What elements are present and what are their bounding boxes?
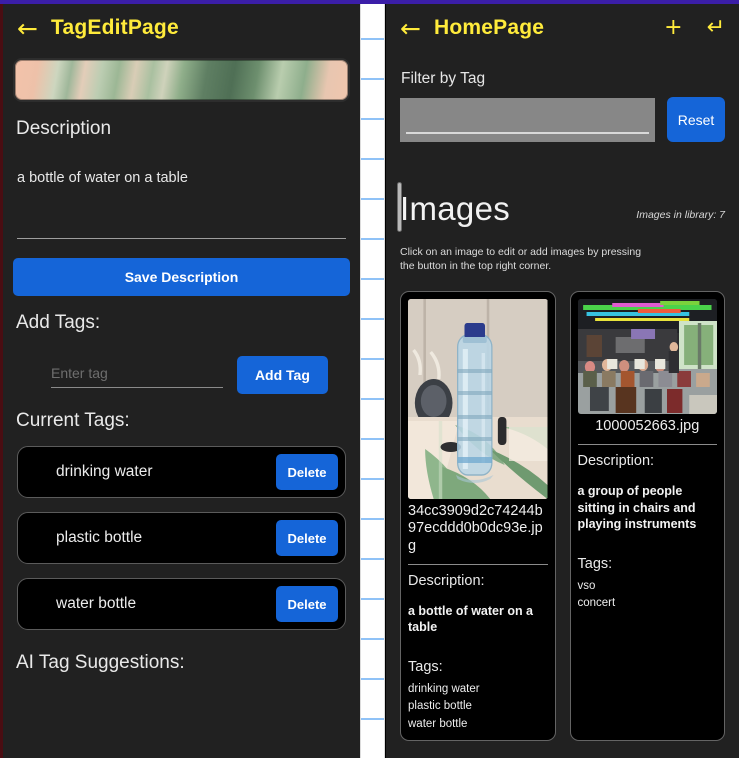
- description-label: Description:: [577, 453, 655, 470]
- tag-list: vso concert: [578, 578, 718, 613]
- filter-input-box[interactable]: [400, 97, 655, 142]
- tag-list: drinking water plastic bottle water bott…: [408, 681, 548, 733]
- save-description-button[interactable]: Save Description: [13, 258, 350, 296]
- delete-tag-button[interactable]: Delete: [276, 454, 338, 490]
- edited-image-preview[interactable]: [13, 58, 350, 102]
- tag-item: plastic bottle: [408, 700, 472, 713]
- arrow-left-icon[interactable]: ←: [17, 16, 51, 41]
- table-row[interactable]: plastic bottle Delete: [17, 512, 346, 564]
- home-page-panel: ← HomePage + ↵ Filter by Tag Reset Image…: [386, 0, 739, 758]
- ai-tag-suggestions-heading: AI Tag Suggestions:: [16, 652, 185, 673]
- tag-edit-body: Description a bottle of water on a table…: [3, 58, 360, 674]
- home-body: Filter by Tag Reset Images Images in lib…: [386, 70, 739, 741]
- images-header: Images Images in library: 7: [400, 190, 725, 228]
- add-tag-row: Add Tag: [13, 356, 350, 394]
- divider: [408, 563, 548, 565]
- enter-return-icon[interactable]: ↵: [707, 17, 725, 39]
- delete-tag-button[interactable]: Delete: [276, 520, 338, 556]
- divider: [577, 444, 717, 446]
- add-tag-button[interactable]: Add Tag: [236, 356, 328, 394]
- tags-label: Tags:: [408, 659, 443, 676]
- table-row[interactable]: water bottle Delete: [17, 578, 346, 630]
- tag-item: water bottle: [408, 717, 468, 730]
- library-count-label: Images in library: 7: [636, 209, 725, 221]
- scrollbar-thumb[interactable]: [397, 182, 402, 232]
- add-tags-heading: Add Tags:: [16, 312, 101, 333]
- delete-tag-button[interactable]: Delete: [276, 586, 338, 622]
- description-underline: [17, 238, 346, 239]
- filter-by-tag-label: Filter by Tag: [401, 70, 486, 87]
- description-label: Description:: [408, 572, 485, 589]
- filter-row: Reset: [400, 97, 725, 142]
- instructions-text: Click on an image to edit or add images …: [400, 246, 642, 273]
- page-title: TagEditPage: [51, 16, 179, 39]
- tag-name: water bottle: [56, 595, 137, 612]
- current-tags-heading: Current Tags:: [16, 410, 130, 431]
- tag-input-wrapper: [13, 362, 223, 388]
- plus-icon[interactable]: +: [664, 17, 682, 39]
- orchestra-concert-photo: [577, 299, 717, 415]
- page-title: HomePage: [434, 16, 545, 39]
- description-value: a group of people sitting in chairs and …: [577, 484, 697, 531]
- tag-edit-page-panel: ← TagEditPage Description a bottle of wa…: [0, 0, 360, 758]
- tag-item: concert: [577, 597, 616, 610]
- screen-root: ← TagEditPage Description a bottle of wa…: [0, 0, 739, 758]
- home-appbar: ← HomePage + ↵: [386, 0, 739, 56]
- description-value: a bottle of water on a table: [408, 603, 534, 634]
- image-filename: 1000052663.jpg: [595, 418, 700, 435]
- arrow-left-icon[interactable]: ←: [400, 16, 434, 41]
- water-bottle-photo: [408, 299, 548, 500]
- tag-input[interactable]: [51, 362, 223, 388]
- tag-item: vso: [577, 580, 596, 593]
- tags-label: Tags:: [577, 556, 613, 573]
- tag-edit-appbar: ← TagEditPage: [3, 0, 360, 56]
- table-row[interactable]: drinking water Delete: [17, 446, 346, 498]
- description-textarea[interactable]: a bottle of water on a table: [17, 170, 346, 232]
- images-heading: Images: [400, 190, 511, 227]
- filter-input[interactable]: [400, 97, 655, 142]
- lined-paper-divider: [360, 0, 385, 758]
- top-accent-bar: [0, 0, 739, 4]
- tag-item: drinking water: [408, 683, 480, 696]
- tag-name: plastic bottle: [56, 529, 143, 546]
- description-heading: Description: [16, 118, 112, 139]
- list-item[interactable]: 34cc3909d2c74244b97ecddd0b0dc93e.jpg Des…: [400, 291, 556, 741]
- image-card-grid: 34cc3909d2c74244b97ecddd0b0dc93e.jpg Des…: [400, 291, 725, 741]
- tag-name: drinking water: [56, 463, 153, 480]
- filter-input-underline: [406, 132, 649, 134]
- list-item[interactable]: 1000052663.jpg Description: a group of p…: [569, 291, 725, 741]
- reset-button[interactable]: Reset: [667, 97, 725, 142]
- image-filename: 34cc3909d2c74244b97ecddd0b0dc93e.jpg: [408, 503, 543, 554]
